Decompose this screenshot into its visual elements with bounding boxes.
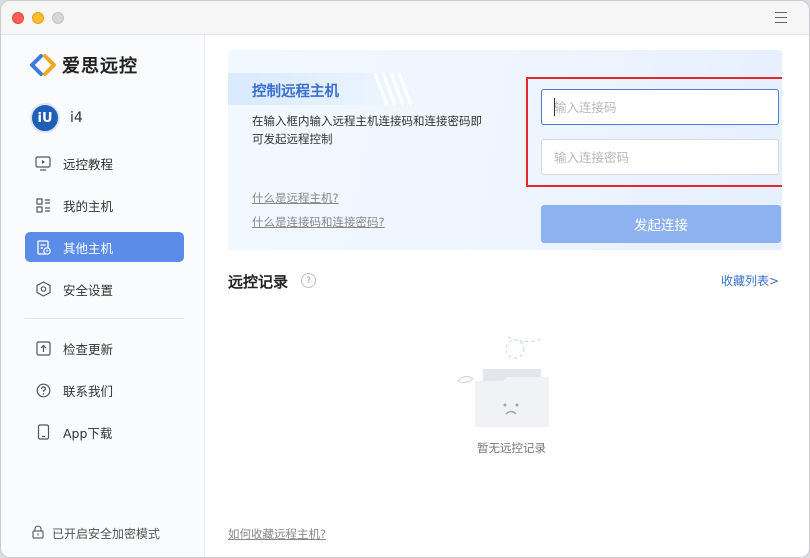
question-circle-icon (34, 381, 52, 399)
decorative-stripes (373, 72, 413, 106)
empty-records-text: 暂无远控记录 (477, 441, 546, 455)
upload-box-icon (34, 339, 52, 357)
sidebar-item-label: 远控教程 (63, 156, 114, 172)
sidebar: 爱思远控 iU i4 远控教程 我的主机 其他主机 安全设置 检查更新 联系我们… (1, 35, 205, 557)
sidebar-item-contact[interactable]: 联系我们 (25, 375, 184, 405)
phone-icon (34, 423, 52, 441)
brand-logo: 爱思远控 (30, 52, 138, 78)
sidebar-item-check-update[interactable]: 检查更新 (25, 333, 184, 363)
document-clock-icon (34, 238, 52, 256)
brand-name: 爱思远控 (62, 56, 138, 77)
sidebar-item-tutorial[interactable]: 远控教程 (25, 148, 184, 178)
sidebar-item-other-hosts[interactable]: 其他主机 (25, 232, 184, 262)
shield-hexagon-icon (34, 280, 52, 298)
sidebar-item-label: 检查更新 (63, 341, 114, 357)
sidebar-item-label: 其他主机 (63, 240, 114, 256)
user-name: i4 (70, 110, 83, 126)
monitor-play-icon (34, 154, 52, 172)
maximize-window-button[interactable] (52, 12, 64, 24)
panel-title: 控制远程主机 (252, 84, 339, 100)
what-is-remote-host-link[interactable]: 什么是远程主机? (252, 190, 339, 206)
sidebar-divider (25, 318, 184, 319)
connect-panel: 控制远程主机 在输入框内输入远程主机连接码和连接密码即可发起远程控制 什么是远程… (228, 50, 782, 250)
text-cursor (554, 98, 555, 116)
favorites-list-link[interactable]: 收藏列表> (721, 272, 779, 289)
secure-mode-label: 已开启安全加密模式 (52, 527, 161, 541)
sidebar-item-app-download[interactable]: App下载 (25, 417, 184, 447)
sidebar-item-security[interactable]: 安全设置 (25, 274, 184, 304)
what-is-code-password-link[interactable]: 什么是连接码和连接密码? (252, 214, 385, 230)
sidebar-item-label: App下载 (63, 425, 113, 441)
panel-description: 在输入框内输入远程主机连接码和连接密码即可发起远程控制 (252, 114, 482, 146)
help-icon[interactable]: ? (301, 273, 316, 288)
sidebar-item-label: 安全设置 (63, 282, 114, 298)
avatar: iU (30, 103, 60, 133)
close-window-button[interactable] (12, 12, 24, 24)
lock-icon (32, 525, 44, 542)
minimize-window-button[interactable] (32, 12, 44, 24)
records-title: 远控记录 (228, 273, 289, 291)
logo-icon (30, 54, 56, 76)
connect-button[interactable]: 发起连接 (541, 205, 781, 243)
sidebar-item-label: 联系我们 (63, 383, 114, 399)
grid-list-icon (34, 196, 52, 214)
title-bar (1, 1, 809, 35)
empty-folder-icon (457, 336, 549, 427)
app-window: 爱思远控 iU i4 远控教程 我的主机 其他主机 安全设置 检查更新 联系我们… (0, 0, 810, 558)
connection-code-input[interactable] (541, 89, 779, 125)
sidebar-item-my-hosts[interactable]: 我的主机 (25, 190, 184, 220)
main-content: 控制远程主机 在输入框内输入远程主机连接码和连接密码即可发起远程控制 什么是远程… (205, 35, 809, 557)
connection-password-input[interactable] (541, 139, 779, 175)
user-profile[interactable]: iU i4 (30, 103, 83, 133)
how-to-favorite-link[interactable]: 如何收藏远程主机? (228, 526, 326, 542)
secure-mode-status: 已开启安全加密模式 (32, 525, 160, 542)
menu-icon[interactable] (775, 12, 787, 23)
sidebar-item-label: 我的主机 (63, 198, 114, 214)
